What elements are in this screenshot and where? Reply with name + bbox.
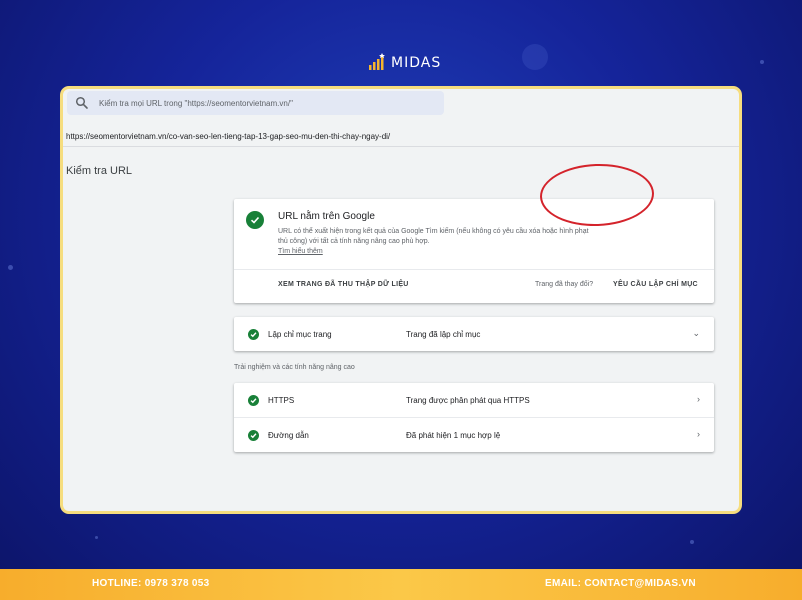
brand-name: MIDAS — [391, 55, 442, 71]
enhancement-row-https[interactable]: HTTPS Trang được phân phát qua HTTPS › — [234, 383, 714, 417]
background-dot — [522, 44, 548, 70]
enhancement-row-breadcrumbs[interactable]: Đường dẫn Đã phát hiện 1 mục hợp lệ › — [234, 418, 714, 452]
footer-bar: HOTLINE: 0978 378 053 EMAIL: CONTACT@MID… — [0, 569, 802, 600]
hotline-text: HOTLINE: 0978 378 053 — [92, 578, 210, 589]
email-text: EMAIL: CONTACT@MIDAS.VN — [545, 578, 696, 589]
row-value: Trang được phân phát qua HTTPS — [406, 396, 530, 405]
view-crawled-page-button[interactable]: XEM TRANG ĐÃ THU THẬP DỮ LIỆU — [278, 281, 409, 288]
search-input[interactable]: Kiểm tra mọi URL trong "https://seomento… — [99, 99, 293, 108]
check-circle-icon — [246, 211, 264, 229]
url-inspection-window: Kiểm tra mọi URL trong "https://seomento… — [60, 86, 742, 514]
background-dot — [760, 60, 764, 64]
chevron-right-icon[interactable]: › — [697, 394, 700, 404]
logo-bars-icon — [369, 53, 385, 70]
brand-logo: MIDAS — [368, 53, 441, 71]
background-dot — [8, 265, 13, 270]
status-title: URL nằm trên Google — [278, 211, 375, 222]
background-dot — [95, 536, 98, 539]
row-label: Lập chỉ mục trang — [268, 330, 332, 339]
background-dot — [690, 540, 694, 544]
page-changed-text: Trang đã thay đổi? — [535, 281, 594, 288]
page-indexing-row[interactable]: Lập chỉ mục trang Trang đã lập chỉ mục ⌄ — [234, 317, 714, 351]
chevron-right-icon[interactable]: › — [697, 429, 700, 439]
enhancements-section-label: Trải nghiệm và các tính năng nâng cao — [234, 364, 355, 371]
status-divider — [234, 269, 714, 270]
check-circle-icon — [248, 329, 259, 340]
page-title: Kiểm tra URL — [66, 165, 133, 177]
header-divider — [63, 146, 739, 147]
chevron-down-icon[interactable]: ⌄ — [692, 328, 700, 339]
check-circle-icon — [248, 430, 259, 441]
inspected-url: https://seomentorvietnam.vn/co-van-seo-l… — [66, 132, 391, 141]
row-value: Trang đã lập chỉ mục — [406, 330, 481, 339]
search-bar[interactable]: Kiểm tra mọi URL trong "https://seomento… — [67, 91, 444, 115]
url-status-card: URL nằm trên Google URL có thể xuất hiện… — [234, 199, 714, 303]
request-indexing-button[interactable]: YÊU CẦU LẬP CHỈ MỤC — [613, 281, 698, 288]
search-icon — [75, 96, 88, 109]
learn-more-link[interactable]: Tìm hiểu thêm — [278, 248, 323, 255]
check-circle-icon — [248, 395, 259, 406]
row-value: Đã phát hiện 1 mục hợp lệ — [406, 431, 501, 440]
row-label: HTTPS — [268, 396, 295, 405]
page-indexing-card[interactable]: Lập chỉ mục trang Trang đã lập chỉ mục ⌄ — [234, 317, 714, 351]
enhancements-card: HTTPS Trang được phân phát qua HTTPS › Đ… — [234, 383, 714, 452]
status-description: URL có thể xuất hiện trong kết quả của G… — [278, 228, 589, 245]
row-label: Đường dẫn — [268, 431, 309, 440]
